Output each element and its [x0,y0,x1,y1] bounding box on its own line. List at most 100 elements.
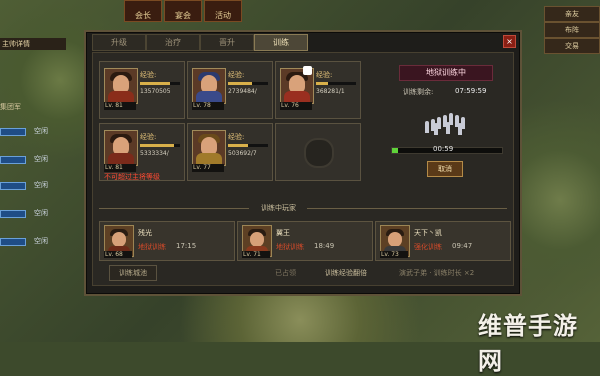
exp-value: 5333334/ [140,150,169,157]
exp-bar-fill [140,144,174,147]
slot-status: 空闲 [34,237,48,245]
left-panel-subtitle: 集团军 [0,103,21,111]
general-level: Lv. 76 [280,102,312,110]
general-portrait [104,68,138,104]
player-name: 翼王 [276,229,290,237]
exp-value: 13570505 [140,88,171,95]
player-name: 残光 [138,229,152,237]
general-portrait [192,130,226,166]
friends-button[interactable]: 亲友 [544,6,600,22]
soldiers-icon [423,109,469,135]
dialog-footer: 训练城池 已占领 训练经验翻倍 演武子弟 · 训练时长 ×2 [103,265,505,281]
top-tab-label: 活动 [215,11,231,20]
top-tab-activity[interactable]: 活动 [204,0,242,22]
training-player-card[interactable]: Lv. 68 残光 地狱训练 17:15 [99,221,235,261]
general-portrait [104,130,138,166]
exp-label: 经验: [140,133,157,141]
slot-status: 空闲 [34,181,48,189]
top-bar: 会长 宴会 活动 [0,0,600,22]
slot-flag-icon [0,156,26,164]
top-tab-banquet[interactable]: 宴会 [164,0,202,22]
player-level: Lv. 71 [242,251,270,258]
army-slot[interactable]: 空闲 [0,154,60,166]
player-training-time: 17:15 [176,242,197,250]
exp-bar-fill [140,82,170,85]
training-status-panel: 地狱训练中 训练剩余: 07:59:59 00:59 取消 [385,57,507,179]
training-dialog: 升级 治疗 晋升 训练 × Lv. 81 经验: 13570505 Lv. 78… [84,30,522,296]
army-slot[interactable]: 空闲 [0,236,60,248]
top-tab-chief[interactable]: 会长 [124,0,162,22]
player-training-type: 地狱训练 [138,243,166,251]
slot-status: 空闲 [34,155,48,163]
exp-bar [228,82,268,85]
top-tab-label: 宴会 [175,11,191,20]
training-rest-label: 训练剩余: [403,88,434,96]
general-card[interactable]: Lv. 81 经验: 13570505 [99,61,185,119]
exp-bar [140,144,180,147]
exp-bar-fill [228,82,252,85]
exp-bar-fill [316,82,328,85]
formation-button[interactable]: 布阵 [544,22,600,38]
exp-value: 503692/7 [228,150,257,157]
training-progress-fill [392,148,398,153]
exp-value: 2739484/ [228,88,257,95]
training-player-card[interactable]: Lv. 71 翼王 地狱训练 18:49 [237,221,373,261]
tab-heal[interactable]: 治疗 [146,34,200,51]
left-panel: 主帅详情 集团军 空闲 空闲 空闲 空闲 空闲 [0,30,72,300]
army-slot[interactable]: 空闲 [0,208,60,220]
tab-promote[interactable]: 晋升 [200,34,254,51]
watermark-text: 维普手游网 [478,312,578,375]
player-training-time: 09:47 [452,242,473,250]
player-training-type: 地狱训练 [276,243,304,251]
slot-flag-icon [0,182,26,190]
training-progress-time: 00:59 [433,145,454,153]
slot-flag-icon [0,128,26,136]
training-player-card[interactable]: Lv. 73 天下丶凯 强化训练 09:47 [375,221,511,261]
general-level: Lv. 77 [192,164,224,172]
empty-general-slot[interactable] [275,123,361,181]
left-panel-title[interactable]: 主帅详情 [0,38,66,50]
general-card[interactable]: Lv. 76 经验: 368281/1 [275,61,361,119]
exp-label: 经验: [140,71,157,79]
exp-label: 经验: [316,71,333,79]
right-panel: 亲友 布阵 交易 [544,0,600,60]
player-name: 天下丶凯 [414,229,442,237]
player-training-type: 强化训练 [414,243,442,251]
training-rest-time: 07:59:59 [455,87,487,95]
general-level: Lv. 81 [104,102,136,110]
exp-label: 经验: [228,133,245,141]
general-portrait [192,68,226,104]
friends-divider-label: 训练中玩家 [261,204,296,212]
tab-upgrade[interactable]: 升级 [92,34,146,51]
slot-status: 空闲 [34,209,48,217]
exp-bar [228,144,268,147]
player-level: Lv. 73 [380,251,408,258]
army-slot[interactable]: 空闲 [0,126,60,138]
general-card[interactable]: Lv. 81 经验: 5333334/ 不可超过主将等级 [99,123,185,181]
exp-label: 经验: [228,71,245,79]
top-tab-label: 会长 [135,11,151,20]
footer-info-double-exp: 训练经验翻倍 [325,269,367,277]
footer-info-duration: 演武子弟 · 训练时长 ×2 [399,269,475,277]
training-status-title: 地狱训练中 [399,65,493,81]
trade-button[interactable]: 交易 [544,38,600,54]
exp-bar [140,82,180,85]
close-button[interactable]: × [503,35,516,48]
general-card[interactable]: Lv. 77 经验: 503692/7 [187,123,273,181]
remove-icon[interactable] [303,66,312,75]
training-city-button[interactable]: 训练城池 [109,265,157,281]
player-training-time: 18:49 [314,242,335,250]
general-level: Lv. 81 [104,164,136,172]
slot-flag-icon [0,210,26,218]
general-card[interactable]: Lv. 78 经验: 2739484/ [187,61,273,119]
tab-train[interactable]: 训练 [254,34,308,51]
footer-info-occupied: 已占领 [275,269,296,277]
army-slot[interactable]: 空闲 [0,180,60,192]
cancel-training-button[interactable]: 取消 [427,161,463,177]
general-level: Lv. 78 [192,102,224,110]
exp-bar [316,82,356,85]
level-warning: 不可超过主将等级 [104,173,160,181]
exp-bar-fill [228,144,248,147]
exp-value: 368281/1 [316,88,345,95]
empty-slot-icon [304,138,334,168]
